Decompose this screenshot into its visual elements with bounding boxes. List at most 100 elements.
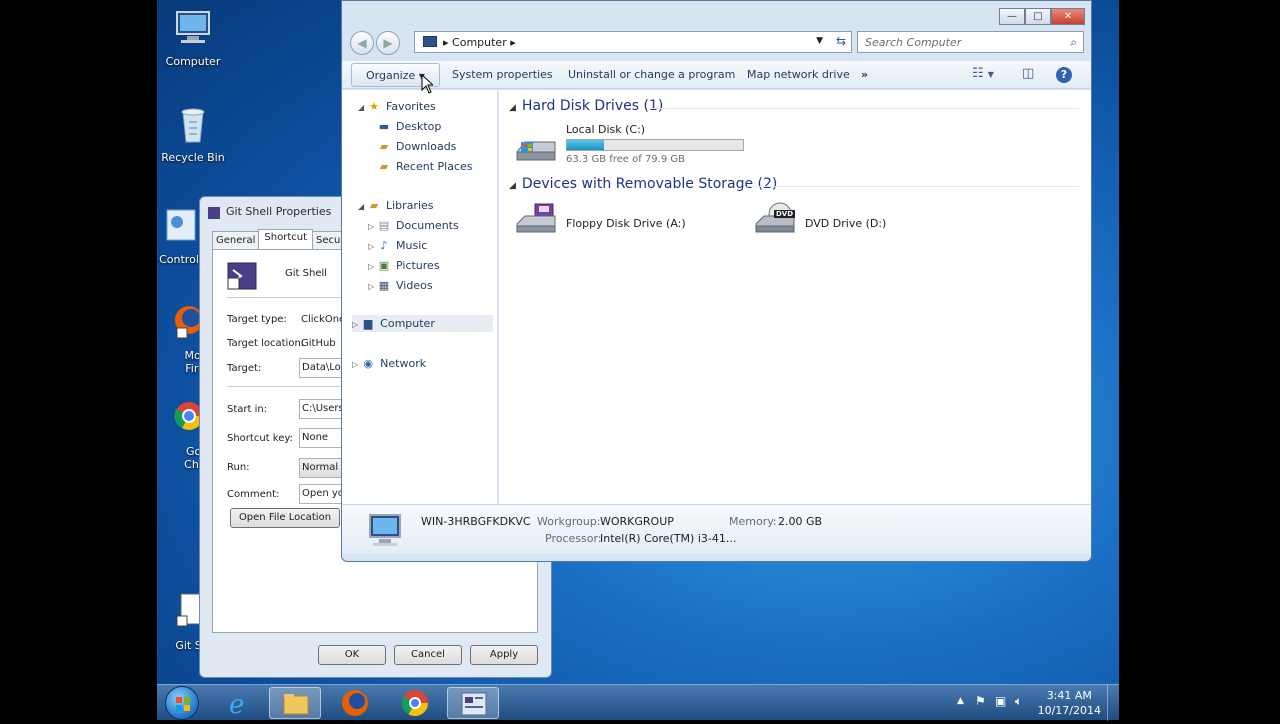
expand-arrow-icon[interactable]: ◢ bbox=[358, 202, 364, 211]
nav-network[interactable]: ▷ ◉ Network bbox=[352, 357, 426, 370]
dvd-drive-icon bbox=[755, 202, 795, 233]
drive-floppy-a[interactable]: Floppy Disk Drive (A:) bbox=[515, 202, 735, 242]
computer-small-icon: ▆ bbox=[363, 317, 373, 330]
nav-libraries[interactable]: ▰ Libraries bbox=[366, 199, 434, 212]
ok-button[interactable]: OK bbox=[318, 645, 386, 665]
forward-arrow-icon: ▶ bbox=[383, 36, 393, 50]
local-disk-free: 63.3 GB free of 79.9 GB bbox=[566, 154, 685, 165]
expand-arrow-icon[interactable]: ◢ bbox=[358, 103, 364, 112]
group-removable-storage[interactable]: ◢ Devices with Removable Storage (2) bbox=[509, 176, 777, 192]
maximize-button[interactable]: □ bbox=[1025, 8, 1051, 25]
forward-button[interactable]: ▶ bbox=[376, 31, 400, 55]
nav-label: Videos bbox=[396, 279, 433, 292]
nav-documents[interactable]: ▤ Documents bbox=[376, 219, 459, 232]
desktop-folder-icon: ▬ bbox=[378, 120, 390, 133]
recent-places-icon: ▰ bbox=[379, 160, 389, 173]
minimize-button[interactable]: — bbox=[999, 8, 1025, 25]
group-hard-disk-drives[interactable]: ◢ Hard Disk Drives (1) bbox=[509, 98, 663, 114]
tab-shortcut[interactable]: Shortcut bbox=[258, 229, 314, 249]
start-button[interactable] bbox=[165, 686, 199, 720]
git-shell-large-icon bbox=[227, 262, 257, 290]
taskbar-firefox[interactable] bbox=[329, 687, 381, 719]
nav-music[interactable]: ♪ Music bbox=[376, 239, 427, 252]
navigation-pane: ◢ ★ Favorites ▬ Desktop ▰ Downloads ▰ Recent… bbox=[342, 90, 498, 504]
explorer-window: — □ ✕ ◀ ▶ ▸ Computer ▸ ▼ ⇆ Search Comput… bbox=[341, 0, 1092, 562]
collapse-arrow-icon[interactable]: ▷ bbox=[368, 282, 374, 291]
taskbar: e ▲ ⚑ ▣ 🔈︎ 3:41 AM 10/17/2014 bbox=[157, 684, 1119, 721]
address-dropdown-icon[interactable]: ▼ bbox=[816, 36, 823, 46]
nav-recent-places[interactable]: ▰ Recent Places bbox=[376, 160, 473, 173]
more-commands-button[interactable]: » bbox=[861, 68, 868, 81]
computer-small-icon bbox=[423, 36, 437, 47]
cancel-button[interactable]: Cancel bbox=[394, 645, 462, 665]
memory-value: 2.00 GB bbox=[778, 515, 823, 528]
computer-name: WIN-3HRBGFKDKVC bbox=[421, 515, 531, 528]
nav-label: Pictures bbox=[396, 259, 440, 272]
close-button[interactable]: ✕ bbox=[1051, 8, 1085, 25]
group-divider bbox=[747, 186, 1079, 187]
windows-logo-icon bbox=[176, 697, 190, 711]
nav-computer[interactable]: ▷ ▆ Computer bbox=[352, 315, 493, 332]
group-collapse-icon: ◢ bbox=[509, 181, 516, 191]
nav-desktop[interactable]: ▬ Desktop bbox=[376, 120, 442, 133]
search-input[interactable]: Search Computer ⌕ bbox=[857, 31, 1084, 53]
nav-label: Desktop bbox=[396, 120, 442, 133]
show-hidden-icons-icon[interactable]: ▲ bbox=[957, 696, 964, 706]
address-crumb-computer[interactable]: Computer bbox=[452, 36, 507, 49]
nav-label: Network bbox=[380, 357, 427, 370]
system-tray: ▲ ⚑ ▣ 🔈︎ 3:41 AM 10/17/2014 bbox=[949, 685, 1119, 721]
git-shell-small-icon bbox=[208, 207, 220, 219]
network-tray-icon[interactable]: ▣ bbox=[995, 694, 1006, 708]
action-center-flag-icon[interactable]: ⚑ bbox=[975, 694, 986, 708]
address-bar[interactable]: ▸ Computer ▸ ▼ bbox=[414, 31, 852, 53]
dvd-badge: DVD bbox=[774, 210, 796, 218]
star-icon: ★ bbox=[369, 100, 379, 113]
collapse-arrow-icon[interactable]: ▷ bbox=[368, 222, 374, 231]
nav-downloads[interactable]: ▰ Downloads bbox=[376, 140, 457, 153]
collapse-arrow-icon[interactable]: ▷ bbox=[368, 262, 374, 271]
nav-pictures[interactable]: ▣ Pictures bbox=[376, 259, 440, 272]
back-button[interactable]: ◀ bbox=[350, 31, 374, 55]
nav-favorites[interactable]: ★ Favorites bbox=[366, 100, 436, 113]
collapse-arrow-icon[interactable]: ▷ bbox=[352, 360, 358, 369]
apply-button[interactable]: Apply bbox=[470, 645, 538, 665]
desktop-icon-computer[interactable]: Computer bbox=[157, 8, 231, 68]
start-in-label: Start in: bbox=[227, 404, 268, 415]
organize-label: Organize bbox=[366, 69, 416, 82]
view-options-icon[interactable]: ☷ ▼ bbox=[972, 66, 994, 81]
target-label: Target: bbox=[227, 363, 262, 374]
volume-icon[interactable]: 🔈︎ bbox=[1015, 694, 1022, 709]
open-file-location-button[interactable]: Open File Location bbox=[230, 508, 340, 528]
comment-label: Comment: bbox=[227, 489, 280, 500]
mouse-cursor-icon bbox=[421, 74, 433, 94]
taskbar-internet-explorer[interactable]: e bbox=[215, 687, 267, 720]
uninstall-program-button[interactable]: Uninstall or change a program bbox=[568, 68, 735, 81]
show-desktop-button[interactable] bbox=[1107, 685, 1119, 721]
desktop: Computer Recycle Bin Control Mozi Firef … bbox=[157, 0, 1119, 720]
shortcut-key-label: Shortcut key: bbox=[227, 433, 293, 444]
preview-pane-icon[interactable]: ◫ bbox=[1022, 66, 1034, 81]
nav-label: Documents bbox=[396, 219, 459, 232]
collapse-arrow-icon[interactable]: ▷ bbox=[352, 320, 358, 329]
collapse-arrow-icon[interactable]: ▷ bbox=[368, 242, 374, 251]
search-icon[interactable]: ⌕ bbox=[1070, 35, 1077, 50]
computer-icon bbox=[176, 11, 210, 43]
nav-videos[interactable]: ▦ Videos bbox=[376, 279, 433, 292]
internet-explorer-icon: e bbox=[229, 690, 244, 720]
map-network-drive-button[interactable]: Map network drive bbox=[747, 68, 850, 81]
desktop-icon-recycle-bin[interactable]: Recycle Bin bbox=[157, 104, 231, 164]
chrome-icon bbox=[401, 690, 429, 717]
nav-buttons: ◀ ▶ bbox=[350, 31, 405, 55]
tab-general[interactable]: General bbox=[212, 231, 260, 249]
pictures-icon: ▣ bbox=[378, 259, 390, 272]
clock[interactable]: 3:41 AM 10/17/2014 bbox=[1038, 688, 1101, 718]
drive-dvd-d[interactable]: DVD DVD Drive (D:) bbox=[754, 202, 954, 242]
content-pane: ◢ Hard Disk Drives (1) Local Disk (C:) 63… bbox=[499, 90, 1091, 504]
system-properties-button[interactable]: System properties bbox=[452, 68, 553, 81]
help-icon[interactable]: ? bbox=[1056, 67, 1072, 83]
run-label: Run: bbox=[227, 462, 250, 473]
taskbar-properties[interactable] bbox=[447, 687, 499, 719]
taskbar-chrome[interactable] bbox=[389, 687, 441, 719]
refresh-button[interactable]: ⇆ bbox=[830, 31, 852, 53]
taskbar-explorer[interactable] bbox=[269, 687, 321, 719]
